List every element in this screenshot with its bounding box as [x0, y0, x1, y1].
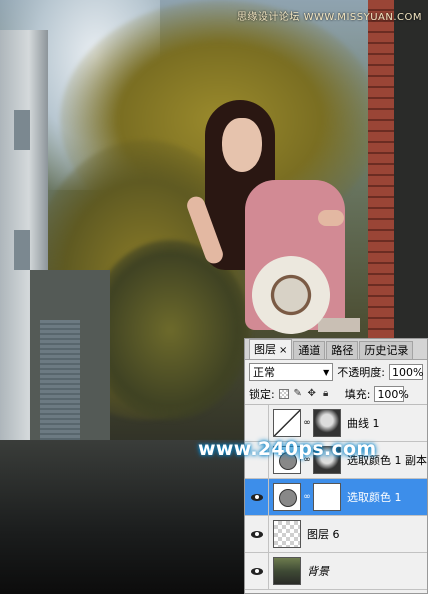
lock-row: 锁定: ✎ ✥ 🔒︎ 填充: 100%: [245, 384, 427, 405]
opacity-label: 不透明度:: [337, 366, 385, 379]
link-icon[interactable]: ∞: [303, 418, 311, 428]
dark-wall: [394, 0, 428, 340]
chevron-down-icon: ▼: [323, 367, 330, 377]
layers-panel: 图层 × 通道 路径 历史记录 正常 ▼ 不透明度: 100% 锁定: ✎ ✥ 🔒…: [244, 338, 428, 594]
layer-name[interactable]: 选取颜色 1: [347, 489, 402, 505]
watermark-top: 思缘设计论坛 WWW.MISSYUAN.COM: [236, 12, 422, 23]
tab-layers[interactable]: 图层 ×: [249, 339, 293, 359]
face: [222, 118, 262, 172]
layer-row[interactable]: ∞ 选取颜色 1: [245, 479, 427, 516]
visibility-toggle[interactable]: [245, 516, 269, 552]
layer-thumbnail[interactable]: [273, 557, 301, 585]
layer-thumbnail[interactable]: [273, 409, 301, 437]
lock-label: 锁定:: [249, 388, 275, 401]
eye-icon: [250, 567, 263, 575]
layer-thumbnail[interactable]: [273, 520, 301, 548]
layer-row[interactable]: ∞ 曲线 1: [245, 405, 427, 442]
window: [14, 230, 30, 270]
layer-name[interactable]: 图层 6: [307, 526, 340, 542]
blend-mode-value: 正常: [253, 366, 275, 379]
layer-name[interactable]: 背景: [307, 563, 329, 579]
fill-label: 填充:: [344, 388, 371, 401]
layer-row[interactable]: 图层 6: [245, 516, 427, 553]
lock-image-pixels-icon[interactable]: ✎: [293, 389, 303, 399]
eye-icon: [250, 493, 263, 501]
close-icon[interactable]: ×: [279, 345, 287, 356]
lock-position-icon[interactable]: ✥: [307, 389, 317, 399]
visibility-toggle[interactable]: [245, 479, 269, 515]
tab-paths[interactable]: 路径: [326, 341, 359, 359]
layer-list: ∞ 曲线 1 ∞ 选取颜色 1 副本 ∞ 选取颜色 1 图层 6 背景: [245, 405, 427, 590]
layer-thumbnail[interactable]: [273, 483, 301, 511]
layer-mask-thumbnail[interactable]: [313, 409, 341, 437]
layer-name[interactable]: 曲线 1: [347, 415, 380, 431]
blend-mode-select[interactable]: 正常 ▼: [249, 363, 334, 381]
lock-transparent-pixels-icon[interactable]: [278, 389, 289, 399]
visibility-toggle[interactable]: [245, 553, 269, 589]
opacity-input[interactable]: 100%: [389, 364, 423, 380]
shutter: [40, 320, 80, 450]
visibility-toggle[interactable]: [245, 405, 269, 441]
tab-history[interactable]: 历史记录: [359, 341, 414, 359]
tab-channels[interactable]: 通道: [293, 341, 326, 359]
watermark-center: www.240ps.com: [198, 438, 377, 460]
brick-wall: [368, 0, 394, 340]
window: [14, 110, 30, 150]
panel-tabs: 图层 × 通道 路径 历史记录: [245, 339, 427, 360]
blend-row: 正常 ▼ 不透明度: 100%: [245, 360, 427, 384]
tab-layers-label: 图层: [254, 343, 276, 356]
layer-row[interactable]: 背景: [245, 553, 427, 590]
eye-icon: [250, 530, 263, 538]
layer-mask-thumbnail[interactable]: [313, 483, 341, 511]
fill-input[interactable]: 100%: [374, 386, 409, 402]
link-icon[interactable]: ∞: [303, 492, 311, 502]
lock-all-icon[interactable]: 🔒︎: [321, 389, 331, 399]
arm: [318, 210, 344, 226]
skirt: [318, 318, 360, 332]
